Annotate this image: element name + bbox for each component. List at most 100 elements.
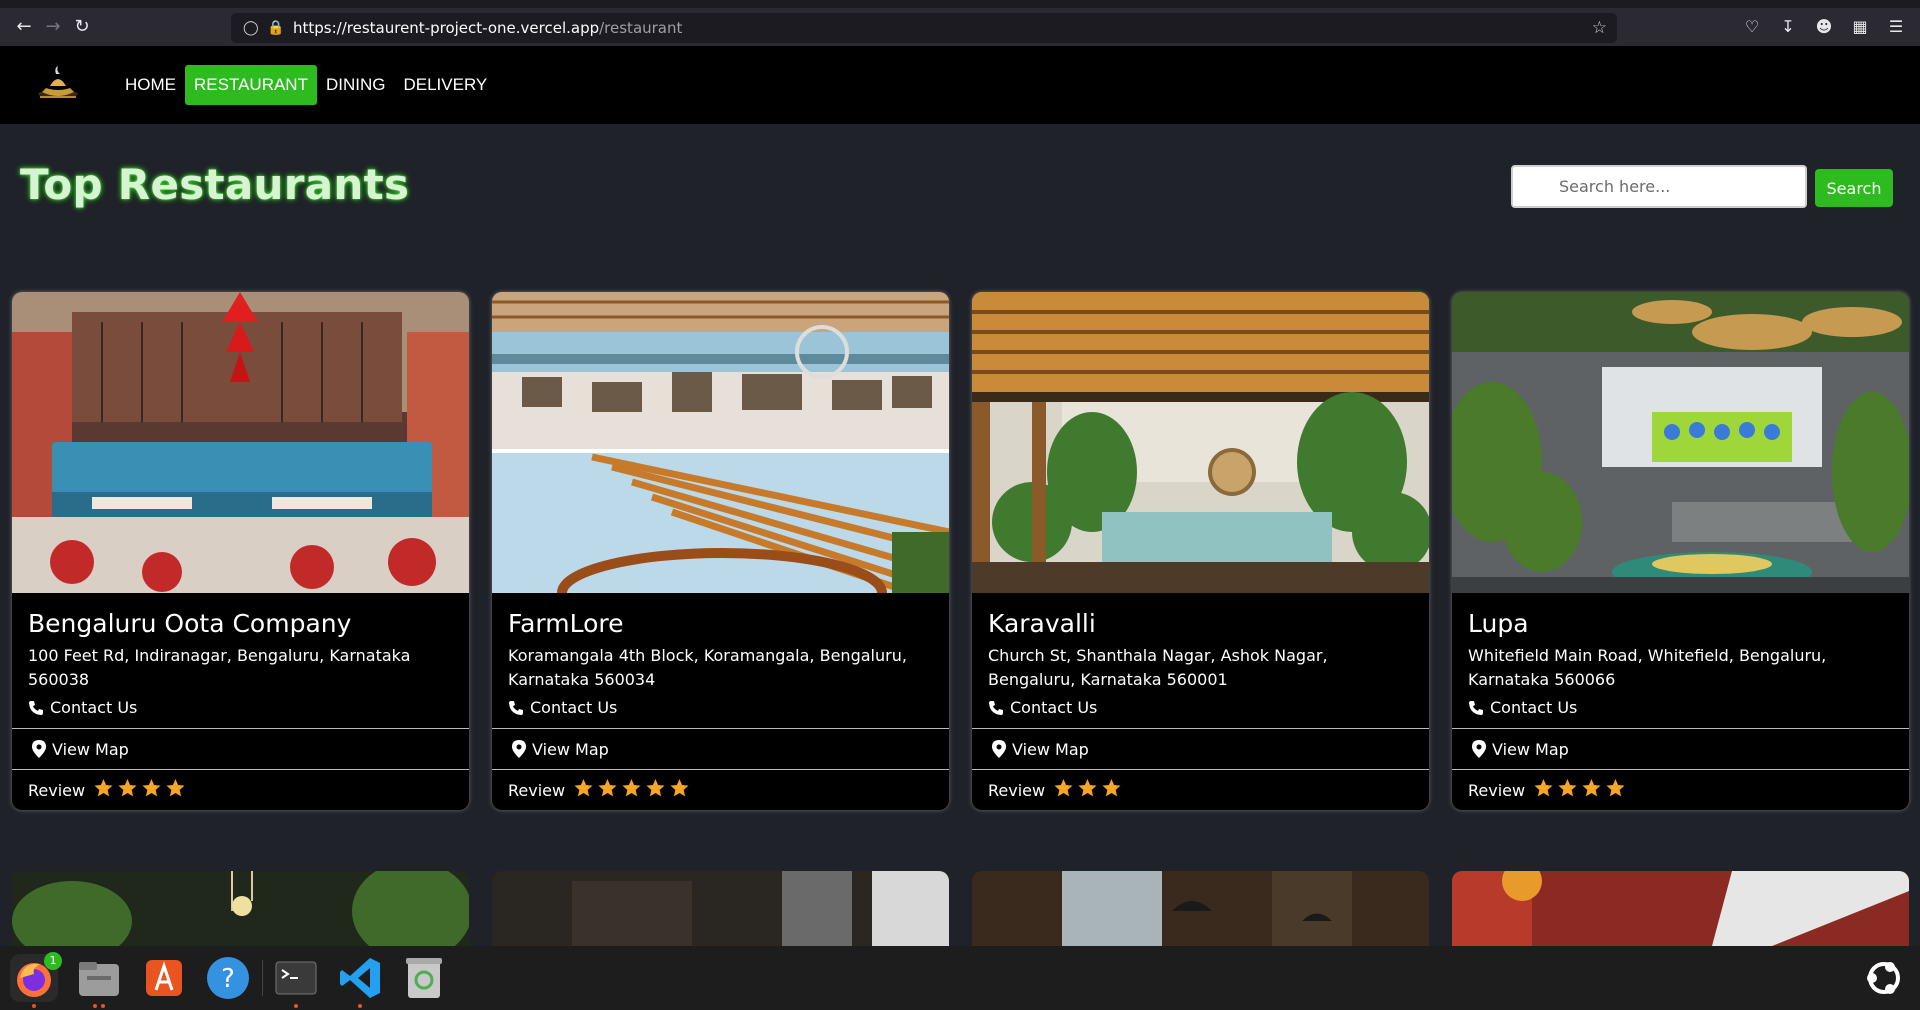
view-map-link[interactable]: View Map — [1452, 728, 1909, 769]
svg-text:?: ? — [221, 964, 235, 994]
ubuntu-icon[interactable] — [1860, 954, 1908, 1002]
restaurant-image[interactable] — [492, 292, 949, 638]
nav-links: HOME RESTAURANT DINING DELIVERY — [116, 65, 496, 105]
review-row: Review — [1452, 769, 1909, 810]
star-icon — [118, 779, 137, 797]
firefox-icon[interactable]: 1 — [10, 952, 62, 1008]
nav-restaurant[interactable]: RESTAURANT — [185, 65, 317, 105]
star-icon — [166, 779, 185, 797]
restaurant-name: Lupa — [1468, 609, 1529, 638]
view-map-label: View Map — [1492, 739, 1569, 759]
restaurant-address: Church St, Shanthala Nagar, Ashok Nagar,… — [988, 646, 1328, 689]
tracking-shield-icon[interactable]: ◯ — [243, 13, 259, 43]
view-map-label: View Map — [1012, 739, 1089, 759]
review-label: Review — [508, 780, 566, 800]
downloads-icon[interactable]: ↧ — [1775, 14, 1801, 40]
view-map-link[interactable]: View Map — [12, 728, 469, 769]
files-icon[interactable] — [75, 954, 123, 1008]
bookmark-star-icon[interactable]: ☆ — [1592, 13, 1607, 43]
restaurant-image[interactable] — [12, 292, 469, 593]
help-icon[interactable]: ? — [204, 954, 252, 1002]
phone-icon — [989, 701, 1003, 715]
address-bar[interactable]: ◯ 🔒 https://restaurent-project-one.verce… — [231, 13, 1617, 43]
star-icon — [646, 779, 665, 797]
star-icon — [1606, 779, 1625, 797]
view-map-link[interactable]: View Map — [972, 728, 1429, 769]
contact-label: Contact Us — [1490, 698, 1578, 717]
contact-link[interactable]: Contact Us — [28, 696, 453, 728]
lock-icon[interactable]: 🔒 — [267, 13, 284, 43]
reload-icon[interactable]: ↻ — [69, 14, 95, 40]
rating-stars — [93, 778, 189, 802]
restaurant-card: Karavalli Church St, Shanthala Nagar, As… — [972, 292, 1429, 810]
map-pin-icon — [1472, 740, 1486, 758]
star-icon — [1582, 779, 1601, 797]
contact-label: Contact Us — [50, 698, 138, 717]
contact-link[interactable]: Contact Us — [1468, 696, 1893, 728]
contact-link[interactable]: Contact Us — [508, 696, 933, 728]
search-button[interactable]: Search — [1815, 169, 1893, 207]
nav-dining[interactable]: DINING — [317, 65, 395, 105]
restaurant-card: Bengaluru Oota Company 100 Feet Rd, Indi… — [12, 292, 469, 810]
rating-stars — [1533, 778, 1629, 802]
nav-home[interactable]: HOME — [116, 65, 185, 105]
star-icon — [1078, 779, 1097, 797]
restaurant-image[interactable] — [1452, 292, 1909, 593]
contact-link[interactable]: Contact Us — [988, 696, 1413, 728]
restaurant-image[interactable] — [972, 292, 1429, 593]
restaurant-card-image-partial[interactable] — [1452, 871, 1909, 946]
view-map-link[interactable]: View Map — [492, 728, 949, 769]
url-path: /restaurant — [599, 19, 683, 37]
system-dock: 1 ? — [0, 946, 1920, 1010]
restaurant-address: Koramangala 4th Block, Koramangala, Beng… — [508, 646, 907, 689]
trash-icon[interactable] — [400, 954, 448, 1002]
pocket-icon[interactable]: ♡ — [1739, 14, 1765, 40]
site-navbar: HOME RESTAURANT DINING DELIVERY — [0, 46, 1920, 124]
rating-stars — [573, 778, 693, 802]
restaurant-card: Lupa Whitefield Main Road, Whitefield, B… — [1452, 292, 1909, 810]
star-icon — [1558, 779, 1577, 797]
menu-icon[interactable]: ☰ — [1883, 14, 1909, 40]
app-center-icon[interactable] — [140, 954, 188, 1002]
review-row: Review — [492, 769, 949, 810]
star-icon — [142, 779, 161, 797]
page-title: Top Restaurants — [20, 160, 410, 209]
star-icon — [1534, 779, 1553, 797]
firefox-badge: 1 — [44, 952, 62, 970]
back-icon[interactable]: ← — [11, 14, 37, 40]
star-icon — [598, 779, 617, 797]
phone-icon — [509, 701, 523, 715]
forward-icon[interactable]: → — [40, 14, 66, 40]
star-icon — [1054, 779, 1073, 797]
vscode-icon[interactable] — [336, 954, 384, 1008]
extensions-icon[interactable]: ▦ — [1847, 14, 1873, 40]
site-logo[interactable] — [36, 66, 80, 104]
restaurant-card-image-partial[interactable] — [12, 871, 469, 946]
review-label: Review — [1468, 780, 1526, 800]
restaurant-name: FarmLore — [508, 609, 624, 638]
review-label: Review — [988, 780, 1046, 800]
contact-label: Contact Us — [530, 698, 618, 717]
star-icon — [574, 779, 593, 797]
star-icon — [1102, 779, 1121, 797]
review-row: Review — [972, 769, 1429, 810]
browser-toolbar: ← → ↻ ◯ 🔒 https://restaurent-project-one… — [0, 0, 1920, 46]
restaurant-card-image-partial[interactable] — [492, 871, 949, 946]
map-pin-icon — [512, 740, 526, 758]
nav-delivery[interactable]: DELIVERY — [394, 65, 496, 105]
star-icon — [622, 779, 641, 797]
restaurant-address: Whitefield Main Road, Whitefield, Bengal… — [1468, 646, 1827, 689]
restaurant-card-image-partial[interactable] — [972, 871, 1429, 946]
restaurant-name: Bengaluru Oota Company — [28, 609, 352, 638]
search-input[interactable] — [1511, 165, 1807, 208]
restaurant-address: 100 Feet Rd, Indiranagar, Bengaluru, Kar… — [28, 646, 411, 689]
phone-icon — [29, 701, 43, 715]
restaurant-name: Karavalli — [988, 609, 1096, 638]
review-row: Review — [12, 769, 469, 810]
star-icon — [670, 779, 689, 797]
url-host: https://restaurent-project-one.vercel.ap… — [293, 19, 600, 37]
view-map-label: View Map — [532, 739, 609, 759]
account-icon[interactable]: ☻ — [1811, 14, 1837, 40]
terminal-icon[interactable] — [272, 954, 320, 1008]
star-icon — [94, 779, 113, 797]
